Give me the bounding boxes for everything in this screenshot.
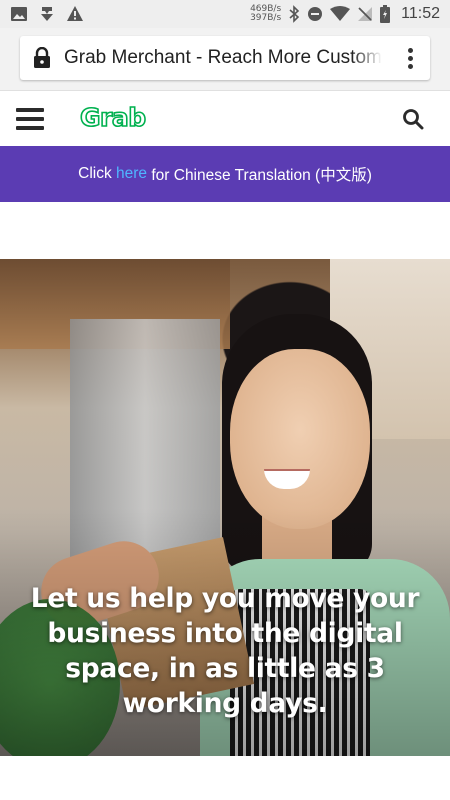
translation-link[interactable]: here [116,165,147,183]
more-options-icon[interactable] [390,47,430,69]
bluetooth-icon [288,5,300,23]
do-not-disturb-icon [307,6,323,22]
lock-icon[interactable] [20,47,64,69]
no-signal-icon [357,6,373,22]
hero-image: Let us help you move your business into … [0,259,450,756]
download-icon [38,5,56,23]
battery-icon [380,5,391,23]
status-bar: 469B/s 397B/s 11:52 [0,0,450,28]
url-text[interactable]: Grab Merchant - Reach More Customers [64,47,382,69]
translation-banner: Click here for Chinese Translation (中文版) [0,146,450,202]
search-icon[interactable] [402,108,424,135]
wifi-icon [330,6,351,22]
browser-toolbar: Grab Merchant - Reach More Customers [0,28,450,90]
network-speed: 469B/s 397B/s [250,5,281,23]
address-bar[interactable]: Grab Merchant - Reach More Customers [20,36,430,80]
net-down: 397B/s [250,13,282,23]
site-header: Grab [0,90,450,146]
hero-headline: Let us help you move your business into … [30,583,420,719]
clock: 11:52 [401,5,440,22]
warning-icon [66,5,84,23]
banner-prefix: Click [78,165,117,182]
image-icon [10,5,28,23]
grab-logo[interactable]: Grab [79,102,147,133]
banner-suffix: for Chinese Translation (中文版) [147,167,372,184]
hamburger-menu-icon[interactable] [16,108,44,130]
